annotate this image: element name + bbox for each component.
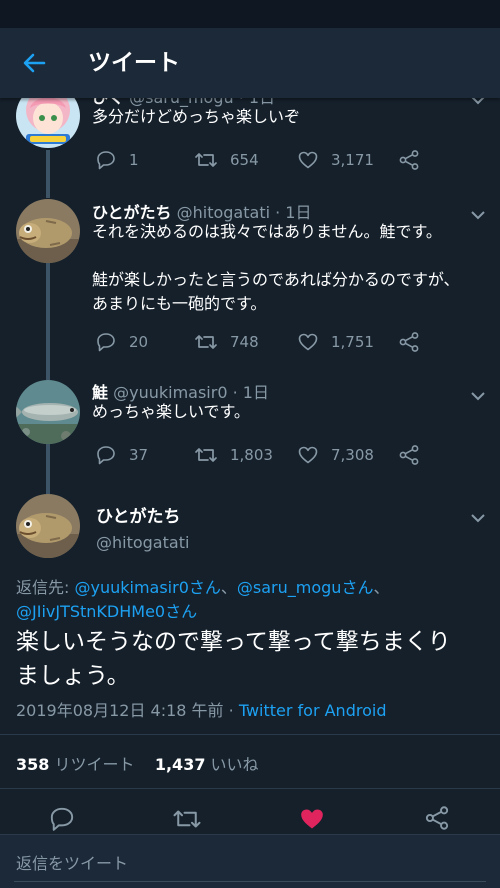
share-button[interactable] — [398, 443, 432, 467]
share-button[interactable] — [424, 805, 454, 833]
display-name[interactable]: ひとがたち — [96, 502, 181, 527]
tweet-actions: 1 654 3,171 — [92, 148, 432, 172]
reply-icon — [97, 446, 115, 465]
mention-link[interactable]: @JIivJTStnKDHMe0さん — [16, 602, 197, 621]
tweet-text: 多分だけどめっちゃ楽しいぞ — [92, 107, 301, 126]
retweet-button[interactable] — [172, 805, 202, 833]
chevron-down-icon[interactable] — [470, 508, 486, 523]
reply-button[interactable]: 1 — [95, 148, 139, 172]
divider — [0, 734, 500, 735]
tweet-stats: 358 リツイート 1,437 いいね — [16, 751, 259, 775]
reply-input[interactable]: 返信をツイート — [16, 850, 128, 874]
like-count[interactable]: 1,437 いいね — [155, 755, 259, 774]
divider — [0, 788, 500, 789]
back-arrow-icon[interactable] — [18, 48, 50, 78]
share-icon — [399, 445, 419, 465]
heart-filled-icon — [301, 809, 323, 829]
retweet-icon — [195, 335, 217, 349]
retweet-count[interactable]: 358 リツイート — [16, 755, 135, 774]
mention-link[interactable]: @saru_moguさん — [237, 578, 374, 597]
reply-icon — [50, 807, 74, 831]
retweet-button[interactable]: 654 — [194, 148, 259, 172]
tweet-meta: 2019年08月12日 4:18 午前 · Twitter for Androi… — [16, 697, 386, 721]
heart-icon — [298, 446, 318, 464]
reply-compose-bar[interactable]: 返信をツイート — [0, 834, 500, 888]
reply-button[interactable]: 37 — [95, 443, 148, 467]
like-button[interactable] — [298, 805, 328, 833]
avatar[interactable] — [16, 199, 80, 263]
tweet-item[interactable]: ひとがたち @hitogatati · 1日 それを決めるのは我々ではありません… — [0, 185, 500, 367]
reply-button[interactable]: 20 — [95, 330, 148, 354]
tweet-text: めっちゃ楽しいです。 — [92, 402, 250, 421]
reply-icon — [97, 333, 115, 352]
retweet-icon — [173, 810, 201, 828]
share-button[interactable] — [398, 148, 432, 172]
top-bar: ツイート — [0, 28, 500, 98]
like-button[interactable]: 3,171 — [297, 148, 374, 172]
tweet-item[interactable]: 鮭 @yuukimasir0 · 1日 めっちゃ楽しいです。 37 1,803 … — [0, 367, 500, 480]
like-button[interactable]: 1,751 — [297, 330, 374, 354]
chevron-down-icon[interactable] — [470, 205, 486, 220]
tweet-text: それを決めるのは我々ではありません。鮭です。 鮭が楽しかったと言うのであれば分か… — [92, 222, 460, 313]
heart-icon — [298, 151, 318, 169]
tweet-date: 2019年08月12日 4:18 午前 · — [16, 701, 239, 720]
tweet-actions: 20 748 1,751 — [92, 330, 432, 354]
page-title: ツイート — [88, 50, 180, 76]
reply-icon — [97, 151, 115, 170]
reply-to: 返信先: @yuukimasir0さん、@saru_moguさん、 @JIivJT… — [16, 578, 390, 621]
avatar[interactable] — [16, 380, 80, 444]
chevron-down-icon[interactable] — [470, 386, 486, 401]
retweet-button[interactable]: 1,803 — [194, 443, 273, 467]
retweet-icon — [195, 153, 217, 167]
share-icon — [399, 150, 419, 170]
retweet-button[interactable]: 748 — [194, 330, 259, 354]
share-button[interactable] — [398, 330, 432, 354]
retweet-icon — [195, 448, 217, 462]
avatar[interactable] — [16, 494, 80, 558]
user-handle: @hitogatati — [96, 533, 190, 552]
client-link[interactable]: Twitter for Android — [239, 701, 387, 720]
mention-link[interactable]: @yuukimasir0さん — [74, 578, 220, 597]
share-icon — [399, 332, 419, 352]
tweet-actions: 37 1,803 7,308 — [92, 443, 432, 467]
heart-icon — [298, 333, 318, 351]
like-button[interactable]: 7,308 — [297, 443, 374, 467]
reply-button[interactable] — [48, 805, 78, 833]
share-icon — [425, 806, 449, 830]
main-tweet-text: 楽しいそうなので撃って撃って撃ちまくり ましょう。 — [16, 629, 451, 689]
input-underline — [14, 881, 486, 882]
